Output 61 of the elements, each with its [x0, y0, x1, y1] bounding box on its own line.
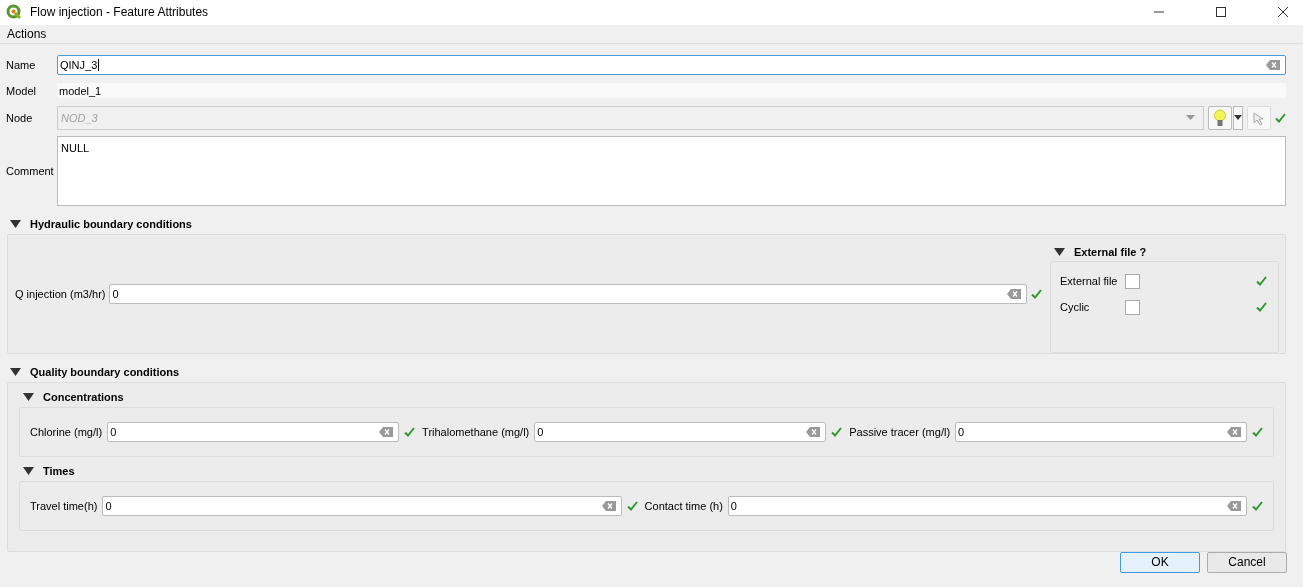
dropdown-arrow-icon	[1186, 115, 1195, 121]
section-title[interactable]: Concentrations	[43, 390, 124, 403]
collapse-icon[interactable]	[1054, 247, 1065, 256]
input-field[interactable]: QINJ_3	[57, 54, 1286, 75]
section-title[interactable]: External file ?	[1074, 245, 1147, 258]
input-field[interactable]: 0	[534, 421, 827, 442]
clear-icon[interactable]	[806, 426, 821, 437]
input-field[interactable]: 0	[109, 283, 1027, 304]
field-label: Name	[6, 58, 37, 71]
field-label: Node	[6, 111, 34, 124]
ok-button[interactable]: OK	[1120, 551, 1200, 573]
field-label: Chlorine (mg/l)	[30, 425, 103, 438]
input-field[interactable]: 0	[102, 495, 622, 516]
section-title[interactable]: Quality boundary conditions	[30, 365, 180, 378]
clear-icon[interactable]	[1227, 426, 1241, 437]
field-label: Comment	[6, 164, 53, 177]
close-icon[interactable]	[1277, 6, 1289, 19]
input-field[interactable]: 0	[107, 421, 400, 442]
collapse-icon[interactable]	[23, 466, 34, 475]
checkmark-icon	[1252, 500, 1263, 511]
checkmark-icon	[626, 500, 638, 511]
checkmark-icon	[1256, 302, 1267, 313]
collapse-icon[interactable]	[10, 367, 21, 376]
checkmark-icon	[1256, 276, 1267, 287]
collapse-icon[interactable]	[10, 219, 21, 228]
checkmark-icon	[1275, 112, 1286, 123]
field-label: Travel time(h)	[30, 499, 98, 512]
section-title[interactable]: Hydraulic boundary conditions	[30, 217, 192, 230]
lightbulb-icon	[1213, 108, 1227, 127]
clear-icon[interactable]	[1227, 500, 1241, 511]
window-title: Flow injection - Feature Attributes	[30, 5, 209, 20]
section-title[interactable]: Times	[43, 464, 75, 477]
field-label: Contact time (h)	[644, 499, 723, 512]
input-field[interactable]: 0	[955, 421, 1247, 442]
checkbox-label: Cyclic	[1060, 301, 1091, 314]
checkmark-icon	[831, 426, 843, 437]
dropdown-button[interactable]	[1233, 105, 1243, 130]
clear-icon[interactable]	[601, 500, 616, 511]
caret-icon	[1234, 115, 1242, 121]
field-label: Q injection (m3/hr)	[15, 287, 106, 300]
checkbox-label: External file	[1060, 275, 1119, 288]
input-field[interactable]: 0	[727, 495, 1247, 516]
maximize-icon[interactable]	[1215, 6, 1227, 19]
lightbulb-button[interactable]	[1208, 105, 1232, 130]
readonly-field: model_1	[57, 83, 1286, 99]
field-label: Trihalomethane (mg/l)	[422, 425, 530, 438]
collapse-icon[interactable]	[23, 392, 34, 401]
checkmark-icon	[404, 426, 416, 437]
checkbox[interactable]	[1125, 299, 1140, 315]
menu-item[interactable]: Actions	[7, 26, 47, 41]
checkmark-icon	[1252, 426, 1263, 437]
checkmark-icon	[1031, 288, 1042, 299]
checkbox[interactable]	[1125, 273, 1140, 289]
clear-icon[interactable]	[1266, 59, 1280, 70]
text-area[interactable]: NULL	[57, 135, 1286, 206]
field-label: Passive tracer (mg/l)	[849, 425, 951, 438]
app-logo-icon	[6, 4, 22, 21]
cancel-button[interactable]: Cancel	[1207, 551, 1287, 573]
clear-icon[interactable]	[1007, 288, 1021, 299]
field-label: Model	[6, 84, 37, 97]
clear-icon[interactable]	[379, 426, 394, 437]
